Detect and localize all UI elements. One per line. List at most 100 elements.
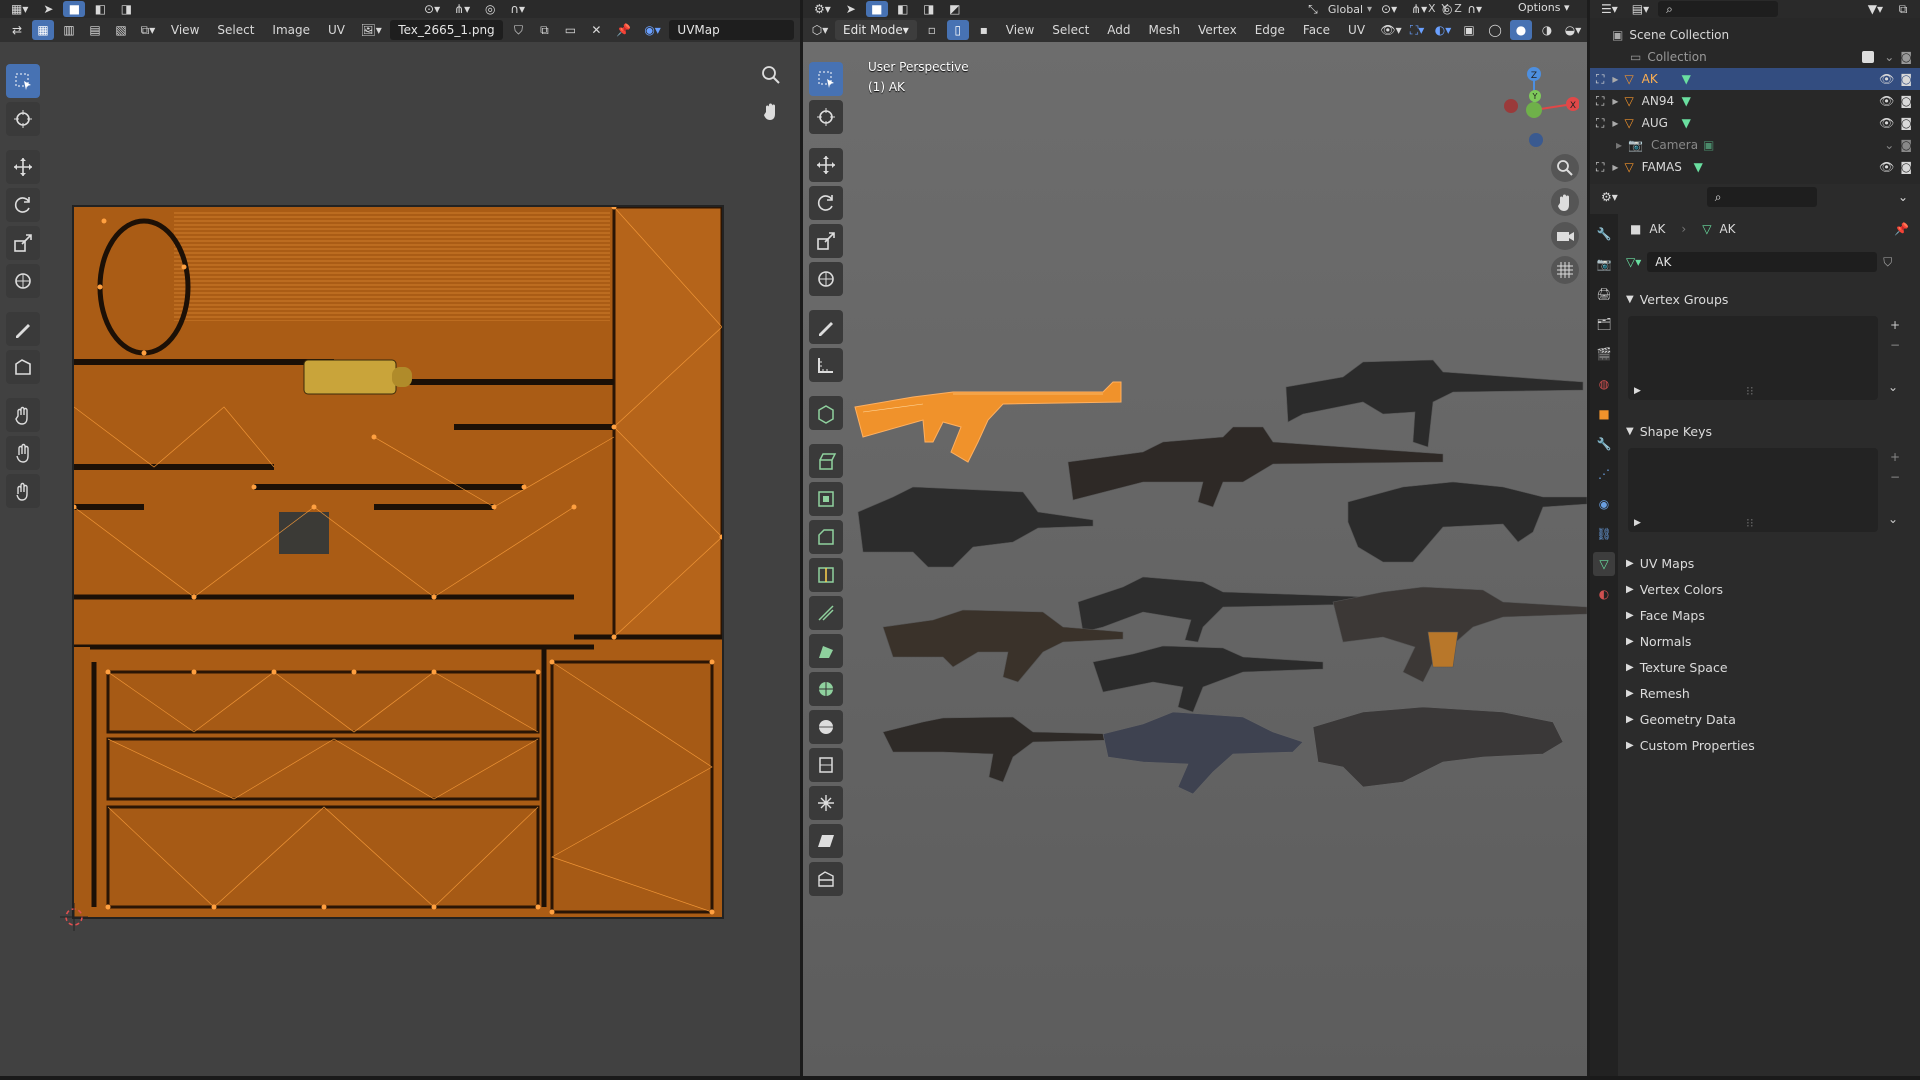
face-maps-panel-header[interactable]: ▶ Face Maps — [1626, 604, 1705, 626]
face-mode-button[interactable]: ▪ — [973, 20, 995, 40]
outliner-item-aug[interactable]: ⛶ ▸ ▽ AUG ▼ 👁 ◙ — [1590, 112, 1920, 134]
vp-menu-edge[interactable]: Edge — [1248, 23, 1292, 37]
scar-model[interactable] — [882, 609, 1124, 683]
remove-vertex-group-button[interactable]: − — [1890, 338, 1900, 352]
properties-editor[interactable]: ⚙▾ ⌕ ⌄ 🔧 📷 🖨 🗂 🎬 ◍ ■ 🔧 ⋰ ◉ ⛓ ▽ ◐ ■ AK › … — [1590, 184, 1920, 1080]
vp-transform-tool[interactable] — [809, 262, 843, 296]
select-mode-subtract-3d-button[interactable]: ◨ — [918, 1, 940, 17]
physics-tab-icon[interactable]: ◉ — [1593, 492, 1615, 516]
mode-dropdown[interactable]: Edit Mode ▾ — [835, 20, 917, 40]
vertex-group-specials-icon[interactable]: ⌄ — [1888, 380, 1898, 394]
outliner-editor-type-icon[interactable]: ☰▾ — [1596, 1, 1623, 17]
scale-tool[interactable] — [6, 226, 40, 260]
vp-menu-face[interactable]: Face — [1296, 23, 1337, 37]
image-name-field[interactable]: Tex_2665_1.png — [390, 20, 504, 40]
shape-keys-panel-header[interactable]: ▼ Shape Keys — [1626, 420, 1712, 442]
vp-move-tool[interactable] — [809, 148, 843, 182]
uv-menu-select[interactable]: Select — [210, 23, 261, 37]
uv-maps-panel-header[interactable]: ▶ UV Maps — [1626, 552, 1694, 574]
properties-options-icon[interactable]: ⌄ — [1892, 187, 1914, 207]
texture-space-panel-header[interactable]: ▶ Texture Space — [1626, 656, 1728, 678]
spin-tool[interactable] — [809, 672, 843, 706]
navigation-gizmo[interactable]: X Z Y — [1489, 60, 1580, 150]
constraints-tab-icon[interactable]: ⛓ — [1593, 522, 1615, 546]
visibility-hidden-icon[interactable]: ⌄ — [1884, 138, 1894, 152]
view-layer-tab-icon[interactable]: 🗂 — [1593, 312, 1615, 336]
rifle-model-5[interactable] — [1077, 576, 1369, 643]
uv-overlay-icon[interactable]: ◉▾ — [640, 20, 666, 40]
outliner-item-camera[interactable]: ▸ 📷 Camera ▣ ⌄ ◙ — [1590, 134, 1920, 156]
render-camera-icon[interactable]: ◙ — [1900, 160, 1912, 174]
wireframe-shading-icon[interactable]: ◯ — [1484, 20, 1506, 40]
vertex-groups-panel-header[interactable]: ▼ Vertex Groups — [1626, 288, 1728, 310]
select-mode-new-3d-button[interactable]: ■ — [865, 1, 888, 17]
vp-camera-view-icon[interactable] — [1551, 222, 1579, 250]
gizmo-toggle-icon[interactable]: ⛶▾ — [1406, 20, 1428, 40]
ak-variant-model[interactable] — [1332, 586, 1587, 683]
add-vertex-group-button[interactable]: + — [1890, 318, 1900, 332]
normals-panel-header[interactable]: ▶ Normals — [1626, 630, 1691, 652]
rifle-model-7[interactable] — [1092, 645, 1324, 713]
bevel-tool[interactable] — [809, 520, 843, 554]
uv-zoom-icon[interactable] — [758, 62, 784, 88]
knife-tool[interactable] — [809, 596, 843, 630]
vp-menu-select[interactable]: Select — [1045, 23, 1096, 37]
vertex-colors-panel-header[interactable]: ▶ Vertex Colors — [1626, 578, 1723, 600]
axis-y-toggle[interactable]: Y — [1442, 2, 1449, 15]
pivot-3d-icon[interactable]: ⊙▾ — [1376, 1, 1402, 17]
bullpup-model[interactable] — [1312, 706, 1564, 788]
geometry-data-panel-header[interactable]: ▶ Geometry Data — [1626, 708, 1736, 730]
image-browse-icon[interactable]: 🖼▾ — [356, 20, 386, 40]
render-camera-icon[interactable]: ◙ — [1900, 116, 1912, 130]
vp-rotate-tool[interactable] — [809, 186, 843, 220]
select-box-tool[interactable] — [6, 64, 40, 98]
falloff-icon[interactable]: ∩▾ — [505, 1, 530, 17]
uv-2d-cursor[interactable] — [60, 903, 88, 931]
extrude-tool[interactable] — [809, 444, 843, 478]
proportional-edit-icon[interactable]: ◎ — [479, 1, 501, 17]
uv-sync-icon[interactable]: ⇄ — [6, 20, 28, 40]
famas-model[interactable] — [857, 486, 1094, 568]
visibility-icon[interactable]: 👁▾ — [1380, 20, 1402, 40]
unlink-image-icon[interactable]: ✕ — [585, 20, 607, 40]
shear-tool[interactable] — [809, 824, 843, 858]
overlay-toggle-icon[interactable]: ◐▾ — [1432, 20, 1454, 40]
outliner-item-an94[interactable]: ⛶ ▸ ▽ AN94 ▼ 👁 ◙ — [1590, 90, 1920, 112]
properties-search-field[interactable]: ⌕ — [1706, 187, 1817, 207]
move-tool[interactable] — [6, 150, 40, 184]
select-cursor-icon-3d[interactable]: ➤ — [840, 1, 862, 17]
uv-menu-view[interactable]: View — [164, 23, 206, 37]
rifle-model-9[interactable] — [1102, 711, 1304, 795]
annotate-tool[interactable] — [6, 312, 40, 346]
material-tab-icon[interactable]: ◐ — [1593, 582, 1615, 606]
fake-user-shield-icon[interactable]: ⛉ — [1883, 255, 1892, 270]
remove-shape-key-button[interactable]: − — [1890, 470, 1900, 484]
poly-build-tool[interactable] — [809, 634, 843, 668]
select-mode-subtract-button[interactable]: ◨ — [115, 1, 137, 17]
list-expand-icon[interactable]: ▶ — [1634, 518, 1641, 528]
vp-menu-view[interactable]: View — [999, 23, 1041, 37]
uv-mesh-overlay[interactable] — [74, 207, 722, 917]
rip-tool[interactable] — [809, 862, 843, 896]
editor-type-3d-icon[interactable]: ⚙▾ — [809, 1, 836, 17]
vp-menu-vertex[interactable]: Vertex — [1191, 23, 1244, 37]
vp-select-box-tool[interactable] — [809, 62, 843, 96]
new-image-icon[interactable]: ⧉ — [533, 20, 555, 40]
output-tab-icon[interactable]: 🖨 — [1593, 282, 1615, 306]
solid-shading-icon[interactable]: ● — [1510, 20, 1533, 40]
transform-orientation-icon[interactable]: ⤡ — [1302, 1, 1324, 17]
edge-slide-tool[interactable] — [809, 748, 843, 782]
edit-mode-icon[interactable]: ⛶ — [1596, 160, 1604, 175]
outliner-display-mode-icon[interactable]: ▤▾ — [1627, 1, 1654, 17]
rifle-m4-model[interactable] — [1285, 359, 1584, 448]
transform-orientation-label[interactable]: Global — [1328, 3, 1363, 16]
3d-viewport[interactable]: User Perspective (1) AK X Z Y — [803, 42, 1587, 1076]
select-mode-extend-3d-button[interactable]: ◧ — [892, 1, 914, 17]
ak-model-selected[interactable] — [854, 381, 1122, 463]
render-camera-icon[interactable]: ◙ — [1900, 138, 1912, 152]
shrink-fatten-tool[interactable] — [809, 786, 843, 820]
render-tab-icon[interactable]: 📷 — [1593, 252, 1615, 276]
vp-menu-add[interactable]: Add — [1100, 23, 1137, 37]
uv-editor-area[interactable] — [0, 42, 800, 1076]
transform-tool[interactable] — [6, 264, 40, 298]
